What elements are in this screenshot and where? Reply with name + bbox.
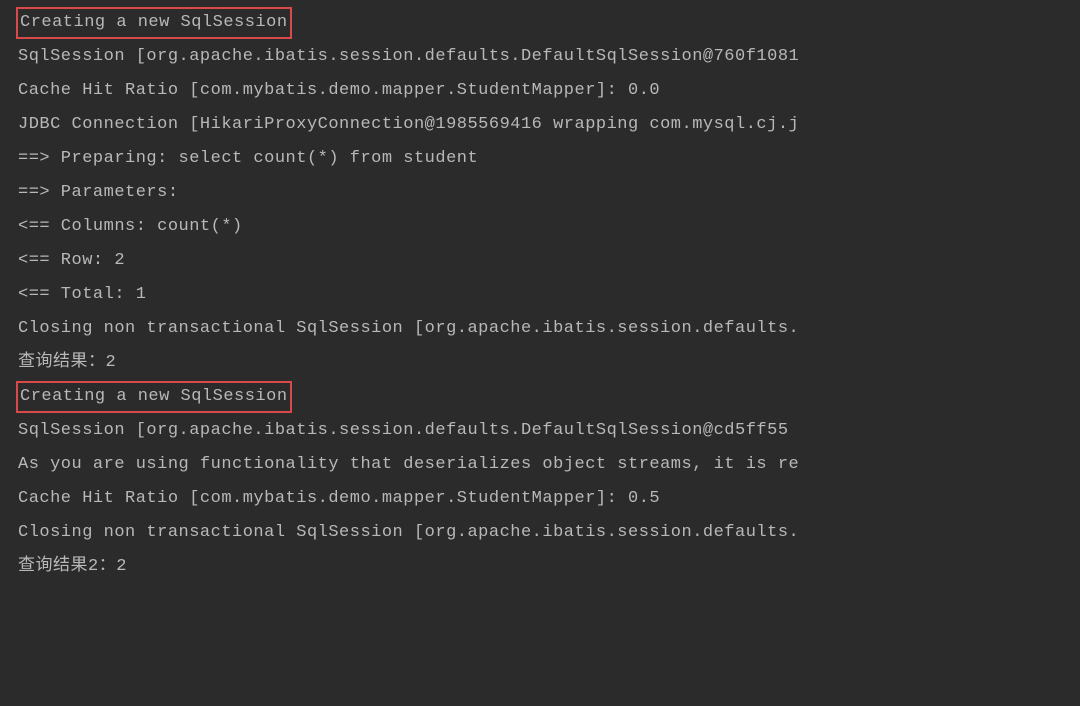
highlighted-log-line: Creating a new SqlSession: [16, 7, 292, 39]
log-line: <== Total: 1: [18, 278, 1080, 312]
log-line: <== Row: 2: [18, 244, 1080, 278]
log-line: ==> Parameters:: [18, 176, 1080, 210]
log-line: 查询结果2：2: [18, 550, 1080, 584]
log-line: Cache Hit Ratio [com.mybatis.demo.mapper…: [18, 482, 1080, 516]
log-line: SqlSession [org.apache.ibatis.session.de…: [18, 414, 1080, 448]
log-line: As you are using functionality that dese…: [18, 448, 1080, 482]
log-output: Creating a new SqlSessionSqlSession [org…: [18, 6, 1080, 584]
log-line: SqlSession [org.apache.ibatis.session.de…: [18, 40, 1080, 74]
log-line: Creating a new SqlSession: [18, 380, 1080, 414]
log-line: JDBC Connection [HikariProxyConnection@1…: [18, 108, 1080, 142]
log-line: Creating a new SqlSession: [18, 6, 1080, 40]
log-line: Closing non transactional SqlSession [or…: [18, 312, 1080, 346]
log-line: 查询结果：2: [18, 346, 1080, 380]
log-line: ==> Preparing: select count(*) from stud…: [18, 142, 1080, 176]
highlighted-log-line: Creating a new SqlSession: [16, 381, 292, 413]
log-line: Closing non transactional SqlSession [or…: [18, 516, 1080, 550]
log-line: Cache Hit Ratio [com.mybatis.demo.mapper…: [18, 74, 1080, 108]
log-line: <== Columns: count(*): [18, 210, 1080, 244]
